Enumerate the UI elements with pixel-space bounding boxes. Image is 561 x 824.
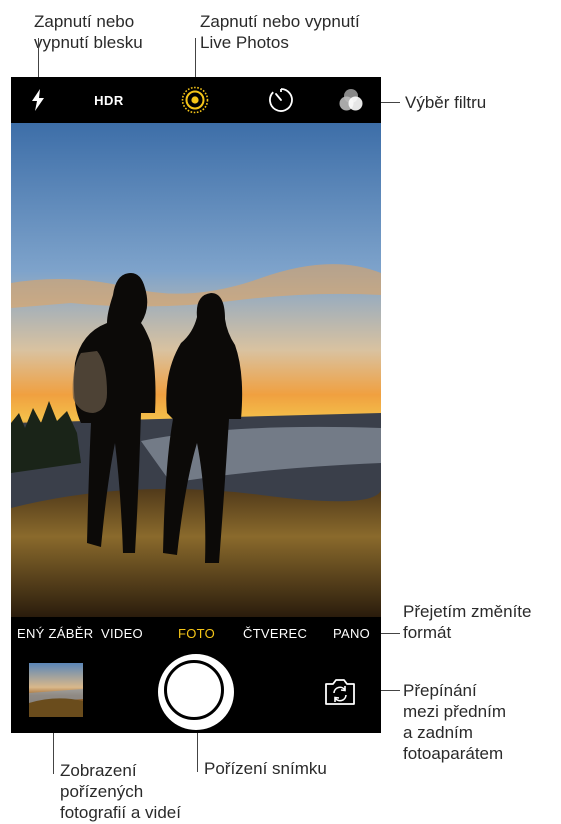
callout-flash: Zapnutí nebo vypnutí blesku (34, 12, 143, 52)
filters-icon[interactable] (335, 77, 367, 123)
mode-video[interactable]: VIDEO (101, 617, 143, 651)
callout-take-photo: Pořízení snímku (204, 759, 327, 778)
mode-pano[interactable]: PANO (333, 617, 370, 651)
mode-square[interactable]: ČTVEREC (243, 617, 307, 651)
timer-icon[interactable] (263, 77, 299, 123)
callout-view-photos: Zobrazení pořízených fotografií a videí (60, 761, 181, 822)
shutter-inner-ring (164, 660, 224, 720)
capture-mode-selector[interactable]: ENÝ ZÁBĚR VIDEO FOTO ČTVEREC PANO (11, 617, 381, 651)
viewfinder[interactable] (11, 123, 381, 617)
mode-photo[interactable]: FOTO (178, 617, 215, 651)
live-photos-icon[interactable] (175, 77, 215, 123)
callout-swipe-format: Přejetím změníte formát (403, 602, 532, 642)
callout-filter: Výběr filtru (405, 93, 487, 112)
shutter-button[interactable] (158, 654, 234, 730)
camera-switch-icon[interactable] (323, 677, 357, 707)
bottom-toolbar (11, 651, 381, 733)
callout-live-photos: Zapnutí nebo vypnutí Live Photos (200, 12, 360, 52)
photo-thumbnail[interactable] (29, 663, 83, 717)
camera-screen: HDR ENÝ ZÁBĚR VIDEO FOTO ČTVEREC PANO (11, 77, 381, 733)
hdr-button[interactable]: HDR (89, 77, 129, 123)
mode-slow-motion[interactable]: ENÝ ZÁBĚR (17, 617, 93, 651)
top-toolbar: HDR (11, 77, 381, 123)
callout-switch-camera: Přepínání mezi předním a zadním fotoapar… (403, 681, 506, 763)
flash-icon[interactable] (23, 77, 53, 123)
